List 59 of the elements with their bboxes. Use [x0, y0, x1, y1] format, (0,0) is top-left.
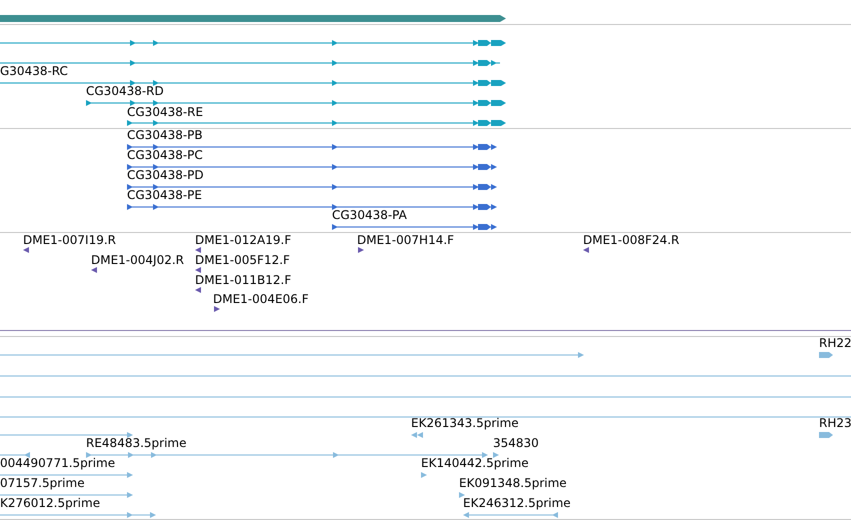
feature-label: 004490771.5prime: [0, 457, 116, 470]
feature-label: 07157.5prime: [0, 477, 85, 490]
est-glyph[interactable]: [819, 352, 833, 358]
transcript-glyph[interactable]: [0, 40, 506, 46]
feature-label: G30438-RC: [0, 65, 68, 78]
feature-label: CG30438-RD: [86, 85, 164, 98]
feature-label: DME1-005F12.F: [195, 254, 290, 267]
feature-label: K276012.5prime: [0, 497, 100, 510]
feature-label: DME1-007H14.F: [357, 234, 454, 247]
protein-glyph[interactable]: [332, 224, 497, 230]
est-glyph[interactable]: [819, 432, 833, 438]
est-glyph[interactable]: [0, 472, 133, 478]
est-glyph[interactable]: [0, 452, 30, 458]
feature-label: RH23: [819, 417, 851, 430]
est-glyph[interactable]: [459, 492, 465, 498]
clone-end-marker[interactable]: [91, 267, 97, 273]
est-glyph[interactable]: [0, 432, 133, 438]
protein-glyph[interactable]: [126, 184, 497, 190]
feature-label: 354830: [493, 437, 539, 450]
clone-end-marker[interactable]: [195, 247, 201, 253]
feature-label: EK261343.5prime: [411, 417, 519, 430]
feature-label: CG30438-PA: [332, 209, 407, 222]
feature-label: DME1-011B12.F: [195, 274, 292, 287]
clone-end-marker[interactable]: [358, 247, 364, 253]
est-glyph[interactable]: [493, 452, 499, 458]
feature-label: EK140442.5prime: [421, 457, 529, 470]
est-glyph[interactable]: [0, 492, 133, 498]
transcript-glyph[interactable]: [0, 60, 500, 66]
feature-label: RE48483.5prime: [86, 437, 186, 450]
clone-end-marker[interactable]: [195, 287, 201, 293]
transcript-glyph[interactable]: [0, 80, 506, 86]
clone-end-marker[interactable]: [583, 247, 589, 253]
est-glyph[interactable]: [421, 472, 427, 478]
feature-label: DME1-007I19.R: [23, 234, 116, 247]
feature-label: CG30438-RE: [127, 106, 204, 119]
est-glyph[interactable]: [0, 352, 584, 358]
feature-label: CG30438-PE: [127, 189, 202, 202]
transcript-glyph[interactable]: [86, 100, 506, 106]
feature-label: CG30438-PC: [127, 149, 203, 162]
protein-glyph[interactable]: [126, 144, 497, 150]
protein-glyph[interactable]: [126, 204, 497, 210]
protein-glyph[interactable]: [126, 164, 497, 170]
feature-label: EK091348.5prime: [459, 477, 567, 490]
transcript-glyph[interactable]: [126, 120, 506, 126]
est-glyph[interactable]: [86, 452, 488, 458]
feature-label: RH22: [819, 337, 851, 350]
clone-end-marker[interactable]: [23, 247, 29, 253]
feature-label: DME1-012A19.F: [195, 234, 292, 247]
feature-label: CG30438-PD: [127, 169, 204, 182]
feature-label: DME1-004E06.F: [213, 293, 309, 306]
feature-label: DME1-004J02.R: [91, 254, 184, 267]
clone-end-marker[interactable]: [195, 267, 201, 273]
est-glyph[interactable]: [0, 512, 156, 518]
feature-label: CG30438-PB: [127, 129, 203, 142]
est-glyph[interactable]: [463, 512, 558, 518]
feature-label: DME1-008F24.R: [583, 234, 680, 247]
est-glyph[interactable]: [411, 432, 423, 438]
clone-end-marker[interactable]: [214, 306, 220, 312]
feature-label: EK246312.5prime: [463, 497, 571, 510]
